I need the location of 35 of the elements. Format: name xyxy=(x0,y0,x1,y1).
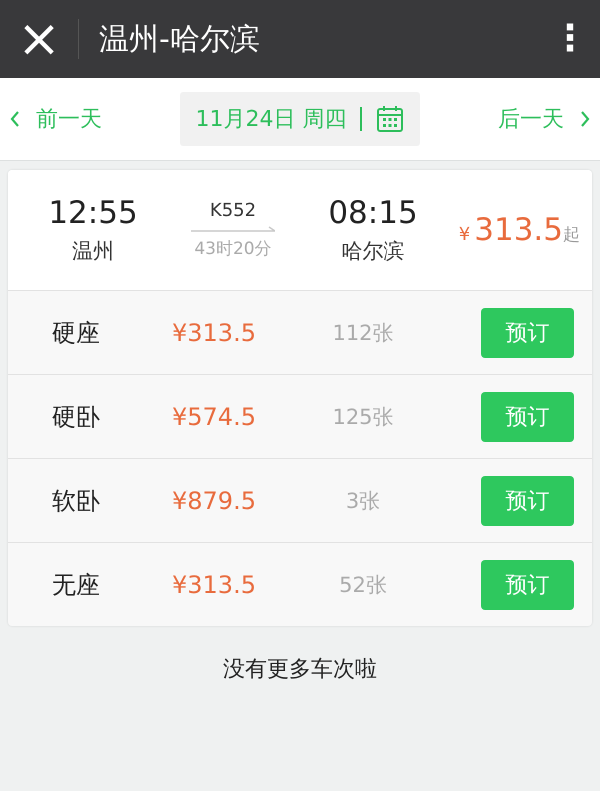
menu-button[interactable]: ⋮ xyxy=(540,0,600,78)
arrival-station: 哈尔滨 xyxy=(342,238,404,265)
chevron-right-icon xyxy=(580,111,590,127)
lowest-price: 313.5 xyxy=(474,212,563,248)
tickets-left: 3张 xyxy=(344,488,382,514)
currency-symbol: ¥ xyxy=(458,224,470,245)
arrival-time: 08:15 xyxy=(328,195,418,231)
seat-price: ¥879.5 xyxy=(172,486,257,514)
tickets-left: 52张 xyxy=(338,572,388,598)
book-button[interactable]: 预订 xyxy=(481,476,574,526)
previous-day-link[interactable]: 前一天 xyxy=(0,104,112,134)
close-button[interactable]: × xyxy=(0,0,78,78)
chevron-left-icon xyxy=(10,111,20,127)
no-more-trains-text: 没有更多车次啦 xyxy=(222,656,378,684)
seat-type: 硬卧 xyxy=(52,402,101,432)
date-picker[interactable]: 11月24日 周四 xyxy=(180,92,420,146)
calendar-icon xyxy=(376,105,404,133)
train-number: K552 xyxy=(210,200,256,221)
seat-type: 硬座 xyxy=(52,318,101,348)
departure-time: 12:55 xyxy=(48,195,138,231)
seat-price: ¥574.5 xyxy=(172,402,257,430)
tickets-left: 112张 xyxy=(331,320,395,346)
seat-price: ¥313.5 xyxy=(172,570,257,598)
page-title: 温州-哈尔滨 xyxy=(99,20,261,58)
book-button[interactable]: 预订 xyxy=(481,560,574,610)
price-suffix: 起 xyxy=(563,224,580,246)
book-button[interactable]: 预订 xyxy=(481,308,574,358)
tickets-left: 125张 xyxy=(331,404,395,430)
next-day-link[interactable]: 后一天 xyxy=(488,104,600,134)
book-button[interactable]: 预订 xyxy=(481,392,574,442)
seat-price: ¥313.5 xyxy=(172,318,257,346)
departure-station: 温州 xyxy=(72,238,114,265)
travel-duration: 43时20分 xyxy=(194,238,272,260)
seat-type: 软卧 xyxy=(52,486,101,516)
seat-type: 无座 xyxy=(52,570,101,600)
